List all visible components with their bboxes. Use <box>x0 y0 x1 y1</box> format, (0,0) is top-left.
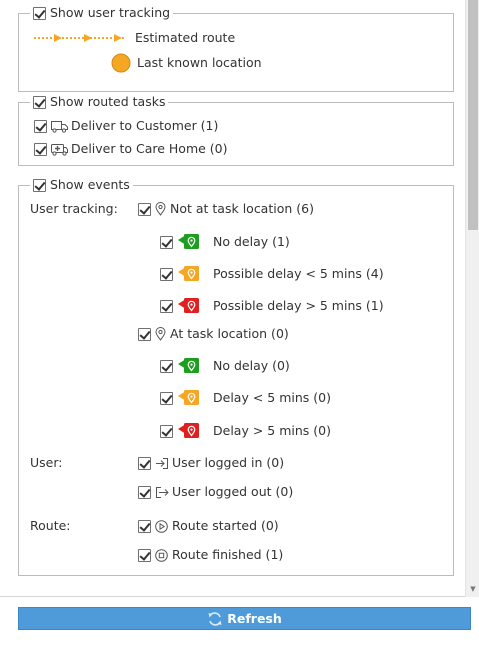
colored-location-marker-icon <box>178 390 200 406</box>
events-legend[interactable]: Show events <box>30 177 133 193</box>
user-logged-out-checkbox[interactable] <box>138 485 151 499</box>
colored-location-marker-icon <box>178 266 200 282</box>
user-tracking-legend-label: Show user tracking <box>50 5 171 20</box>
delay-filter-checkbox[interactable] <box>160 424 173 438</box>
not-at-task-location-item[interactable]: Not at task location (6) <box>138 201 314 217</box>
delay-filter-label: Possible delay < 5 mins (4) <box>213 266 384 281</box>
login-icon <box>155 457 169 470</box>
user-category-label: User: <box>30 455 63 470</box>
delay-filter-label: No delay (1) <box>213 234 290 249</box>
delay-filter-item[interactable]: No delay (0) <box>160 358 290 374</box>
logout-icon <box>155 486 169 499</box>
route-started-label: Route started (0) <box>172 518 279 533</box>
route-category-label: Route: <box>30 518 71 533</box>
delay-filter-item[interactable]: Possible delay < 5 mins (4) <box>160 266 384 282</box>
routed-tasks-legend-label: Show routed tasks <box>50 94 166 109</box>
last-known-location-label: Last known location <box>137 55 262 70</box>
play-circle-icon <box>155 519 168 533</box>
orange-circle-icon <box>111 53 131 73</box>
estimated-route-label: Estimated route <box>135 30 236 45</box>
settings-scroll-pane[interactable]: Show user tracking Estimated route Last … <box>0 0 479 597</box>
route-finished-label: Route finished (1) <box>172 547 284 562</box>
delay-filter-item[interactable]: Delay < 5 mins (0) <box>160 390 331 406</box>
delay-filter-label: Delay < 5 mins (0) <box>213 390 331 405</box>
delay-filter-checkbox[interactable] <box>160 391 173 405</box>
delay-filter-item[interactable]: Possible delay > 5 mins (1) <box>160 298 384 314</box>
delay-filter-checkbox[interactable] <box>160 299 173 313</box>
location-pin-icon <box>155 202 166 216</box>
refresh-button[interactable]: Refresh <box>18 607 471 630</box>
user-logged-out-item[interactable]: User logged out (0) <box>138 484 293 500</box>
routed-tasks-group: Show routed tasks Deliver to Customer (1… <box>18 94 454 166</box>
deliver-to-care-home-label: Deliver to Care Home (0) <box>71 141 228 156</box>
scrollbar-thumb[interactable] <box>468 0 478 230</box>
refresh-icon <box>207 611 223 627</box>
user-logged-in-label: User logged in (0) <box>172 455 285 470</box>
delay-filter-checkbox[interactable] <box>160 267 173 281</box>
delay-filter-item[interactable]: No delay (1) <box>160 234 290 250</box>
deliver-to-care-home-item[interactable]: Deliver to Care Home (0) <box>34 141 228 157</box>
at-task-location-label: At task location (0) <box>170 326 289 341</box>
not-at-task-location-checkbox[interactable] <box>138 202 151 216</box>
last-known-location-item: Last known location <box>111 53 262 73</box>
delay-filter-label: Delay > 5 mins (0) <box>213 423 331 438</box>
dotted-arrow-line-icon <box>34 33 128 43</box>
show-routed-tasks-checkbox[interactable] <box>33 95 46 109</box>
at-task-location-item[interactable]: At task location (0) <box>138 326 289 342</box>
user-tracking-legend[interactable]: Show user tracking <box>30 5 174 21</box>
user-logged-in-item[interactable]: User logged in (0) <box>138 455 284 471</box>
deliver-to-customer-label: Deliver to Customer (1) <box>71 118 219 133</box>
route-finished-item[interactable]: Route finished (1) <box>138 547 283 563</box>
vertical-scrollbar[interactable]: ▼ <box>465 0 479 597</box>
show-events-checkbox[interactable] <box>33 178 46 192</box>
colored-location-marker-icon <box>178 298 200 314</box>
not-at-task-location-label: Not at task location (6) <box>170 201 314 216</box>
deliver-to-customer-item[interactable]: Deliver to Customer (1) <box>34 118 218 134</box>
delay-filter-item[interactable]: Delay > 5 mins (0) <box>160 423 331 439</box>
stop-circle-icon <box>155 548 168 562</box>
events-legend-label: Show events <box>50 177 130 192</box>
refresh-button-label: Refresh <box>227 611 282 626</box>
user-logged-out-label: User logged out (0) <box>172 484 294 499</box>
medical-van-icon <box>51 143 68 156</box>
route-started-checkbox[interactable] <box>138 519 151 533</box>
colored-location-marker-icon <box>178 358 200 374</box>
at-task-location-checkbox[interactable] <box>138 327 151 341</box>
route-started-item[interactable]: Route started (0) <box>138 518 279 534</box>
delay-filter-label: Possible delay > 5 mins (1) <box>213 298 384 313</box>
delay-filter-label: No delay (0) <box>213 358 290 373</box>
delay-filter-checkbox[interactable] <box>160 235 173 249</box>
user-logged-in-checkbox[interactable] <box>138 456 151 470</box>
deliver-to-customer-checkbox[interactable] <box>34 119 47 133</box>
colored-location-marker-icon <box>178 423 200 439</box>
delivery-truck-icon <box>51 120 68 133</box>
user-tracking-group: Show user tracking Estimated route Last … <box>18 5 454 92</box>
routed-tasks-legend[interactable]: Show routed tasks <box>30 94 169 110</box>
deliver-to-care-home-checkbox[interactable] <box>34 142 47 156</box>
colored-location-marker-icon <box>178 234 200 250</box>
delay-filter-checkbox[interactable] <box>160 359 173 373</box>
route-finished-checkbox[interactable] <box>138 548 151 562</box>
user-tracking-category-label: User tracking: <box>30 201 118 216</box>
show-user-tracking-checkbox[interactable] <box>33 6 46 20</box>
estimated-route-item: Estimated route <box>34 30 235 46</box>
scroll-down-arrow-icon[interactable]: ▼ <box>466 584 479 594</box>
location-pin-icon <box>155 327 166 341</box>
